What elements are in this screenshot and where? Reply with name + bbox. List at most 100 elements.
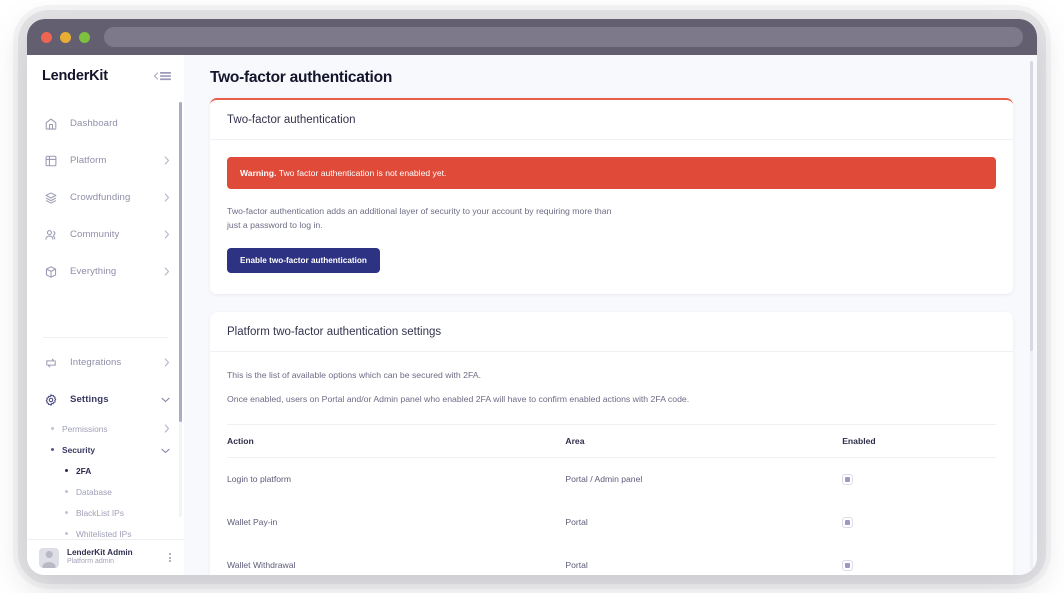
user-info: LenderKit Admin Platform admin [67, 548, 166, 567]
cell-action: Wallet Withdrawal [227, 560, 296, 571]
box-icon [43, 264, 59, 280]
enabled-checkbox[interactable] [842, 516, 854, 528]
cell-area: Portal [565, 517, 588, 528]
chevron-right-icon [164, 358, 170, 367]
column-header-action: Action [227, 423, 566, 458]
browser-window: LenderKit Dashboard Platform Crowdfundin… [27, 19, 1037, 575]
cell-action: Login to platform [227, 474, 292, 485]
table-header: Action Area Enabled [227, 423, 996, 458]
brand-logo[interactable]: LenderKit [42, 68, 108, 84]
layout-icon [43, 153, 59, 169]
sidebar-subitem-label: Database [76, 486, 112, 497]
cell-enabled [842, 544, 996, 575]
card-header: Platform two-factor authentication setti… [210, 312, 1013, 352]
sidebar-header: LenderKit [27, 55, 184, 97]
avatar [39, 547, 59, 568]
table-header-row: Action Area Enabled [227, 423, 996, 458]
card-body: Warning. Two factor authentication is no… [210, 140, 1013, 294]
two-factor-settings-table: Action Area Enabled Login to platform Po… [227, 423, 996, 575]
sidebar-subitem-database[interactable]: Database [27, 481, 184, 502]
app-viewport: LenderKit Dashboard Platform Crowdfundin… [27, 55, 1037, 575]
warning-label: Warning. [240, 168, 277, 178]
cell-area: Portal [565, 560, 588, 571]
sidebar-subitem-security[interactable]: Security [27, 439, 184, 460]
sidebar-item-label: Community [70, 229, 120, 240]
bullet-icon [51, 427, 54, 430]
chevron-right-icon [164, 156, 170, 165]
chevron-right-icon [164, 267, 170, 276]
sidebar-item-platform[interactable]: Platform [27, 142, 184, 179]
maximize-window-button[interactable] [79, 31, 90, 43]
warning-banner: Warning. Two factor authentication is no… [227, 157, 996, 189]
bullet-icon [65, 490, 68, 493]
bullet-icon [65, 469, 68, 472]
sidebar-item-community[interactable]: Community [27, 216, 184, 253]
close-window-button[interactable] [41, 31, 52, 43]
sidebar-item-dashboard[interactable]: Dashboard [27, 105, 184, 142]
sidebar-item-everything[interactable]: Everything [27, 253, 184, 290]
page-title: Two-factor authentication [210, 69, 393, 86]
warning-message: Two factor authentication is not enabled… [278, 168, 447, 178]
table-row: Login to platform Portal / Admin panel [227, 457, 996, 501]
sidebar-subitem-label: Whitelisted IPs [76, 528, 132, 539]
user-name: LenderKit Admin [67, 548, 133, 558]
minimize-window-button[interactable] [60, 31, 71, 43]
chevron-right-icon [164, 420, 170, 438]
platform-2fa-settings-card: Platform two-factor authentication setti… [210, 311, 1013, 575]
enable-two-factor-authentication-button[interactable]: Enable two-factor authentication [227, 247, 380, 273]
sidebar-item-integrations[interactable]: Integrations [27, 344, 184, 381]
sidebar-subitem-label: Security [62, 444, 96, 455]
users-icon [43, 227, 59, 243]
chevron-down-icon [161, 397, 170, 403]
sync-icon [43, 355, 59, 371]
sidebar-scrollbar-thumb[interactable] [179, 102, 182, 422]
sidebar-item-label: Platform [70, 155, 107, 166]
card-description: Two-factor authentication adds an additi… [227, 206, 612, 231]
sidebar-item-settings[interactable]: Settings [27, 381, 184, 418]
sidebar-item-label: Settings [70, 394, 109, 405]
content-scrollbar-thumb[interactable] [1030, 61, 1033, 351]
settings-paragraph-2: Once enabled, users on Portal and/or Adm… [227, 393, 690, 404]
home-icon [43, 116, 59, 132]
chevron-right-icon [164, 230, 170, 239]
chevron-down-icon [161, 441, 170, 459]
kebab-menu-icon[interactable] [166, 550, 174, 565]
sidebar-subitem-label: BlackList IPs [76, 507, 124, 518]
table-row: Wallet Pay-in Portal [227, 501, 996, 544]
two-factor-authentication-card: Two-factor authentication Warning. Two f… [210, 98, 1013, 294]
cell-action: Wallet Pay-in [227, 517, 278, 528]
user-role: Platform admin [67, 558, 115, 566]
user-profile-panel[interactable]: LenderKit Admin Platform admin [27, 539, 184, 575]
layers-icon [43, 190, 59, 206]
sidebar: LenderKit Dashboard Platform Crowdfundin… [27, 55, 184, 575]
sidebar-item-label: Crowdfunding [70, 192, 131, 203]
cell-enabled [842, 457, 996, 501]
collapse-menu-icon[interactable] [153, 71, 171, 81]
sidebar-subitem-label: 2FA [76, 465, 92, 476]
enabled-checkbox[interactable] [842, 559, 854, 571]
column-header-area: Area [565, 423, 843, 458]
browser-titlebar [27, 19, 1037, 55]
table-row: Wallet Withdrawal Portal [227, 544, 996, 575]
bullet-icon [65, 511, 68, 514]
sidebar-subitem-2fa[interactable]: 2FA [27, 460, 184, 481]
sidebar-subitem-permissions[interactable]: Permissions [27, 418, 184, 439]
chevron-right-icon [164, 193, 170, 202]
table-body: Login to platform Portal / Admin panel W… [227, 457, 996, 575]
cell-enabled [842, 501, 996, 544]
card-body: This is the list of available options wh… [210, 352, 1013, 575]
card-header: Two-factor authentication [210, 100, 1013, 140]
bullet-icon [65, 532, 68, 535]
main-content: Two-factor authentication Two-factor aut… [184, 55, 1037, 575]
enabled-checkbox[interactable] [842, 473, 854, 485]
sidebar-subitem-blacklist-ips[interactable]: BlackList IPs [27, 502, 184, 523]
sidebar-item-label: Dashboard [70, 118, 118, 129]
sidebar-item-crowdfunding[interactable]: Crowdfunding [27, 179, 184, 216]
settings-paragraph-1: This is the list of available options wh… [227, 369, 481, 380]
address-bar[interactable] [104, 27, 1023, 47]
sidebar-subitem-label: Permissions [62, 423, 108, 434]
sidebar-item-label: Everything [70, 266, 117, 277]
column-header-enabled: Enabled [842, 423, 996, 458]
bullet-icon [51, 448, 54, 451]
